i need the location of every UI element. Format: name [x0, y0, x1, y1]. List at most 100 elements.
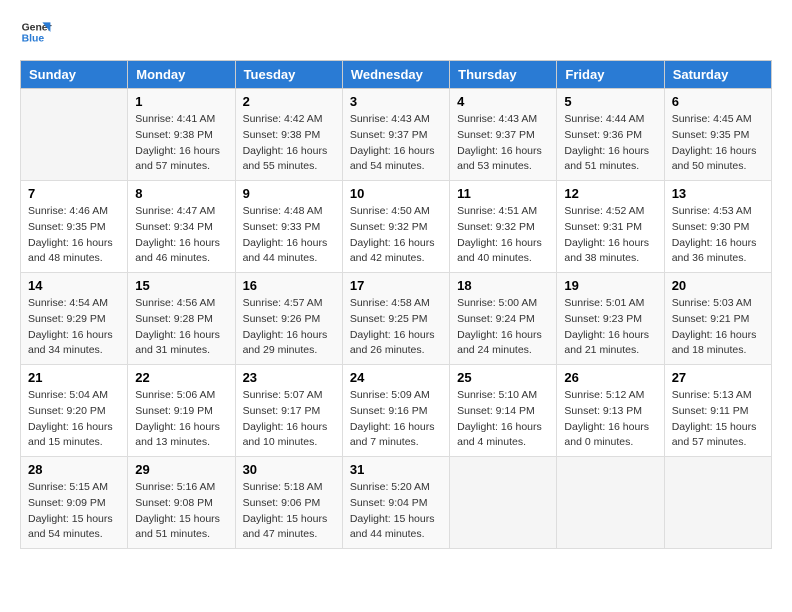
calendar-cell: 10Sunrise: 4:50 AM Sunset: 9:32 PM Dayli… — [342, 181, 449, 273]
calendar-cell: 18 Sunrise: 5:00 AM Sunset: 9:24 PM Dayli… — [450, 273, 557, 365]
calendar-cell: 9Sunrise: 4:48 AM Sunset: 9:33 PM Daylig… — [235, 181, 342, 273]
date-number: 27 — [672, 370, 764, 385]
calendar-cell: 15 Sunrise: 4:56 AM Sunset: 9:28 PM Dayli… — [128, 273, 235, 365]
calendar-cell: 4Sunrise: 4:43 AM Sunset: 9:37 PM Daylig… — [450, 89, 557, 181]
cell-info: Sunrise: 5:15 AM Sunset: 9:09 PM Dayligh… — [28, 480, 120, 543]
cell-info: Sunrise: 4:48 AM Sunset: 9:33 PM Dayligh… — [243, 204, 335, 267]
calendar-cell: 17 Sunrise: 4:58 AM Sunset: 9:25 PM Dayli… — [342, 273, 449, 365]
calendar-cell: 24 Sunrise: 5:09 AM Sunset: 9:16 PM Dayli… — [342, 365, 449, 457]
calendar-cell — [664, 457, 771, 549]
calendar-cell: 3 Sunrise: 4:43 AM Sunset: 9:37 PM Daylig… — [342, 89, 449, 181]
calendar-week-row: 1 Sunrise: 4:41 AM Sunset: 9:38 PM Daylig… — [21, 89, 772, 181]
cell-info: Sunrise: 4:47 AM Sunset: 9:34 PM Dayligh… — [135, 204, 227, 267]
cell-info: Sunrise: 5:12 AM Sunset: 9:13 PM Dayligh… — [564, 388, 656, 451]
date-number: 13 — [672, 186, 764, 201]
cell-info: Sunrise: 5:03 AM Sunset: 9:21 PM Dayligh… — [672, 296, 764, 359]
cell-info: Sunrise: 5:07 AM Sunset: 9:17 PM Dayligh… — [243, 388, 335, 451]
date-number: 30 — [243, 462, 335, 477]
date-number: 6 — [672, 94, 764, 109]
calendar-week-row: 14Sunrise: 4:54 AM Sunset: 9:29 PM Dayli… — [21, 273, 772, 365]
logo: General Blue — [20, 16, 52, 48]
calendar-cell: 30 Sunrise: 5:18 AM Sunset: 9:06 PM Dayli… — [235, 457, 342, 549]
calendar-cell: 25 Sunrise: 5:10 AM Sunset: 9:14 PM Dayli… — [450, 365, 557, 457]
date-number: 2 — [243, 94, 335, 109]
calendar-cell: 13 Sunrise: 4:53 AM Sunset: 9:30 PM Dayli… — [664, 181, 771, 273]
date-number: 7 — [28, 186, 120, 201]
calendar-header-row: Sunday Monday Tuesday Wednesday Thursday… — [21, 61, 772, 89]
col-monday: Monday — [128, 61, 235, 89]
cell-info: Sunrise: 5:13 AM Sunset: 9:11 PM Dayligh… — [672, 388, 764, 451]
date-number: 24 — [350, 370, 442, 385]
cell-info: Sunrise: 5:06 AM Sunset: 9:19 PM Dayligh… — [135, 388, 227, 451]
date-number: 31 — [350, 462, 442, 477]
calendar-cell: 19Sunrise: 5:01 AM Sunset: 9:23 PM Dayli… — [557, 273, 664, 365]
calendar-cell: 6 Sunrise: 4:45 AM Sunset: 9:35 PM Daylig… — [664, 89, 771, 181]
cell-info: Sunrise: 4:43 AM Sunset: 9:37 PM Dayligh… — [350, 112, 442, 175]
cell-info: Sunrise: 4:52 AM Sunset: 9:31 PM Dayligh… — [564, 204, 656, 267]
date-number: 25 — [457, 370, 549, 385]
cell-info: Sunrise: 4:56 AM Sunset: 9:28 PM Dayligh… — [135, 296, 227, 359]
cell-info: Sunrise: 5:16 AM Sunset: 9:08 PM Dayligh… — [135, 480, 227, 543]
calendar-cell — [557, 457, 664, 549]
cell-info: Sunrise: 5:09 AM Sunset: 9:16 PM Dayligh… — [350, 388, 442, 451]
calendar-cell: 20 Sunrise: 5:03 AM Sunset: 9:21 PM Dayli… — [664, 273, 771, 365]
col-friday: Friday — [557, 61, 664, 89]
calendar-cell: 14Sunrise: 4:54 AM Sunset: 9:29 PM Dayli… — [21, 273, 128, 365]
date-number: 16 — [243, 278, 335, 293]
date-number: 1 — [135, 94, 227, 109]
cell-info: Sunrise: 5:00 AM Sunset: 9:24 PM Dayligh… — [457, 296, 549, 359]
calendar-cell: 21 Sunrise: 5:04 AM Sunset: 9:20 PM Dayli… — [21, 365, 128, 457]
date-number: 4 — [457, 94, 549, 109]
cell-info: Sunrise: 4:44 AM Sunset: 9:36 PM Dayligh… — [564, 112, 656, 175]
calendar-table: Sunday Monday Tuesday Wednesday Thursday… — [20, 60, 772, 549]
date-number: 21 — [28, 370, 120, 385]
calendar-cell: 11 Sunrise: 4:51 AM Sunset: 9:32 PM Dayli… — [450, 181, 557, 273]
cell-info: Sunrise: 4:53 AM Sunset: 9:30 PM Dayligh… — [672, 204, 764, 267]
cell-info: Sunrise: 4:51 AM Sunset: 9:32 PM Dayligh… — [457, 204, 549, 267]
calendar-cell: 5 Sunrise: 4:44 AM Sunset: 9:36 PM Daylig… — [557, 89, 664, 181]
date-number: 3 — [350, 94, 442, 109]
date-number: 10 — [350, 186, 442, 201]
cell-info: Sunrise: 5:04 AM Sunset: 9:20 PM Dayligh… — [28, 388, 120, 451]
date-number: 28 — [28, 462, 120, 477]
date-number: 8 — [135, 186, 227, 201]
date-number: 20 — [672, 278, 764, 293]
svg-text:Blue: Blue — [22, 34, 45, 45]
cell-info: Sunrise: 4:41 AM Sunset: 9:38 PM Dayligh… — [135, 112, 227, 175]
logo-icon: General Blue — [20, 16, 52, 48]
col-wednesday: Wednesday — [342, 61, 449, 89]
calendar-cell: 31 Sunrise: 5:20 AM Sunset: 9:04 PM Dayli… — [342, 457, 449, 549]
date-number: 29 — [135, 462, 227, 477]
calendar-cell: 26Sunrise: 5:12 AM Sunset: 9:13 PM Dayli… — [557, 365, 664, 457]
date-number: 17 — [350, 278, 442, 293]
page-header: General Blue — [20, 16, 772, 48]
calendar-cell: 8 Sunrise: 4:47 AM Sunset: 9:34 PM Daylig… — [128, 181, 235, 273]
calendar-cell: 29 Sunrise: 5:16 AM Sunset: 9:08 PM Dayli… — [128, 457, 235, 549]
cell-info: Sunrise: 4:46 AM Sunset: 9:35 PM Dayligh… — [28, 204, 120, 267]
cell-info: Sunrise: 4:54 AM Sunset: 9:29 PM Dayligh… — [28, 296, 120, 359]
cell-info: Sunrise: 5:10 AM Sunset: 9:14 PM Dayligh… — [457, 388, 549, 451]
calendar-cell: 22 Sunrise: 5:06 AM Sunset: 9:19 PM Dayli… — [128, 365, 235, 457]
date-number: 22 — [135, 370, 227, 385]
date-number: 18 — [457, 278, 549, 293]
date-number: 5 — [564, 94, 656, 109]
calendar-week-row: 28 Sunrise: 5:15 AM Sunset: 9:09 PM Dayli… — [21, 457, 772, 549]
cell-info: Sunrise: 5:01 AM Sunset: 9:23 PM Dayligh… — [564, 296, 656, 359]
date-number: 12 — [564, 186, 656, 201]
calendar-body: 1 Sunrise: 4:41 AM Sunset: 9:38 PM Daylig… — [21, 89, 772, 549]
calendar-cell — [450, 457, 557, 549]
calendar-cell — [21, 89, 128, 181]
cell-info: Sunrise: 5:18 AM Sunset: 9:06 PM Dayligh… — [243, 480, 335, 543]
calendar-cell: 7 Sunrise: 4:46 AM Sunset: 9:35 PM Daylig… — [21, 181, 128, 273]
calendar-week-row: 21 Sunrise: 5:04 AM Sunset: 9:20 PM Dayli… — [21, 365, 772, 457]
date-number: 11 — [457, 186, 549, 201]
date-number: 15 — [135, 278, 227, 293]
calendar-cell: 2Sunrise: 4:42 AM Sunset: 9:38 PM Daylig… — [235, 89, 342, 181]
calendar-cell: 28 Sunrise: 5:15 AM Sunset: 9:09 PM Dayli… — [21, 457, 128, 549]
calendar-cell: 27 Sunrise: 5:13 AM Sunset: 9:11 PM Dayli… — [664, 365, 771, 457]
cell-info: Sunrise: 4:58 AM Sunset: 9:25 PM Dayligh… — [350, 296, 442, 359]
cell-info: Sunrise: 5:20 AM Sunset: 9:04 PM Dayligh… — [350, 480, 442, 543]
cell-info: Sunrise: 4:45 AM Sunset: 9:35 PM Dayligh… — [672, 112, 764, 175]
col-saturday: Saturday — [664, 61, 771, 89]
calendar-cell: 12 Sunrise: 4:52 AM Sunset: 9:31 PM Dayli… — [557, 181, 664, 273]
